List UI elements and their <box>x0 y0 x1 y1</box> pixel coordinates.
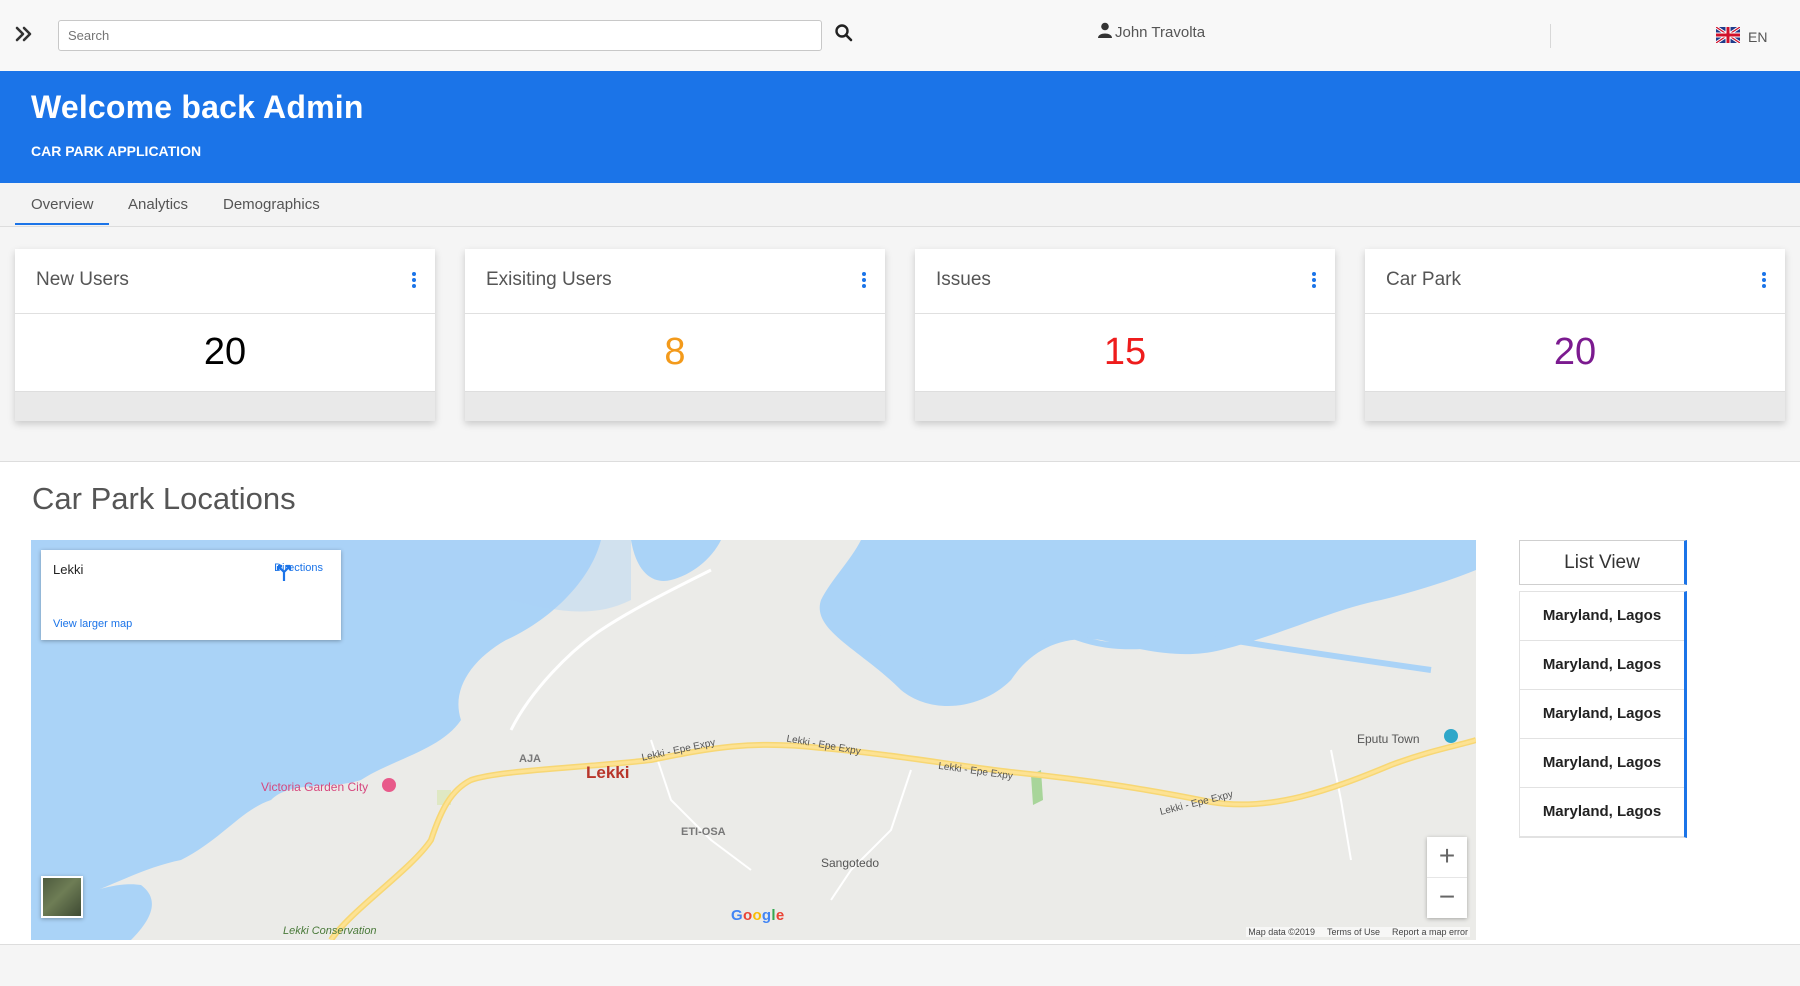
car-park-locations-section: Car Park Locations Lekki AJA ETI-OSA San… <box>0 461 1800 945</box>
list-item[interactable]: Maryland, Lagos <box>1520 592 1684 641</box>
tab-demographics[interactable]: Demographics <box>223 196 320 223</box>
map-place-name: Lekki <box>53 562 84 577</box>
stat-card-new-users: New Users 20 <box>15 249 435 421</box>
welcome-banner: Welcome back Admin CAR PARK APPLICATION <box>0 71 1800 183</box>
more-options-icon[interactable] <box>1311 272 1317 290</box>
app-subtitle: CAR PARK APPLICATION <box>31 143 202 159</box>
satellite-toggle[interactable] <box>41 876 83 918</box>
map-label: ETI-OSA <box>681 826 726 838</box>
card-value: 20 <box>1553 331 1597 373</box>
list-item[interactable]: Maryland, Lagos <box>1520 739 1684 788</box>
card-footer <box>915 391 1335 421</box>
expand-sidebar-icon[interactable] <box>14 24 38 48</box>
uk-flag-icon <box>1715 25 1741 46</box>
card-header: Exisiting Users <box>465 249 885 314</box>
zoom-in-icon[interactable]: + <box>1427 837 1467 877</box>
search-input[interactable] <box>58 20 822 51</box>
card-header: Car Park <box>1365 249 1785 314</box>
map-label: AJA <box>519 753 542 765</box>
divider <box>1550 24 1551 48</box>
search-icon[interactable] <box>834 23 858 47</box>
user-menu[interactable]: John Travolta <box>1098 22 1205 42</box>
card-header: New Users <box>15 249 435 314</box>
tab-analytics[interactable]: Analytics <box>128 196 188 223</box>
report-error-link[interactable]: Report a map error <box>1392 927 1468 937</box>
language-selector[interactable]: EN <box>1715 25 1768 46</box>
card-header: Issues <box>915 249 1335 314</box>
card-title: Exisiting Users <box>486 269 612 290</box>
map-label: Victoria Garden City <box>261 780 369 794</box>
tab-overview[interactable]: Overview <box>15 196 109 225</box>
user-name: John Travolta <box>1115 23 1206 41</box>
card-title: New Users <box>36 269 129 290</box>
map-label: Sangotedo <box>821 856 880 870</box>
card-value: 15 <box>1103 331 1147 373</box>
view-larger-map-link[interactable]: View larger map <box>53 618 132 630</box>
zoom-out-icon[interactable]: − <box>1427 878 1467 918</box>
more-options-icon[interactable] <box>411 272 417 290</box>
card-title: Issues <box>936 269 991 290</box>
map-data-text: Map data ©2019 <box>1248 927 1315 937</box>
more-options-icon[interactable] <box>1761 272 1767 290</box>
map-attribution: Map data ©2019 Terms of Use Report a map… <box>1246 927 1470 937</box>
directions-icon <box>276 564 292 581</box>
map-label: Eputu Town <box>1357 732 1420 746</box>
map-label: Lekki <box>586 763 630 782</box>
more-options-icon[interactable] <box>861 272 867 290</box>
terms-link[interactable]: Terms of Use <box>1327 927 1380 937</box>
card-footer <box>465 391 885 421</box>
location-list: List View Maryland, Lagos Maryland, Lago… <box>1519 540 1687 838</box>
stat-card-existing-users: Exisiting Users 8 <box>465 249 885 421</box>
section-title: Car Park Locations <box>32 481 296 516</box>
user-icon <box>1098 22 1112 42</box>
google-logo: Google <box>731 907 785 924</box>
location-list-items[interactable]: Maryland, Lagos Maryland, Lagos Maryland… <box>1519 591 1687 838</box>
card-value: 20 <box>203 331 247 373</box>
language-label: EN <box>1748 28 1768 45</box>
tab-bar: Overview Analytics Demographics <box>0 183 1800 227</box>
card-footer <box>1365 391 1785 421</box>
list-view-button[interactable]: List View <box>1519 540 1687 585</box>
card-title: Car Park <box>1386 269 1461 290</box>
map-info-window: Lekki Directions View larger map <box>41 550 341 640</box>
list-item[interactable]: Maryland, Lagos <box>1520 788 1684 837</box>
stat-card-issues: Issues 15 <box>915 249 1335 421</box>
card-value: 8 <box>664 331 686 373</box>
top-bar: John Travolta EN <box>0 0 1800 71</box>
list-item[interactable]: Maryland, Lagos <box>1520 641 1684 690</box>
list-item[interactable]: Maryland, Lagos <box>1520 690 1684 739</box>
directions-link[interactable]: Directions <box>274 562 323 581</box>
zoom-controls: + − <box>1427 837 1467 918</box>
map[interactable]: Lekki AJA ETI-OSA Sangotedo Victoria Gar… <box>31 540 1476 940</box>
stat-card-car-park: Car Park 20 <box>1365 249 1785 421</box>
card-footer <box>15 391 435 421</box>
map-label: Lekki Conservation <box>283 925 377 937</box>
page-title: Welcome back Admin <box>31 89 364 125</box>
